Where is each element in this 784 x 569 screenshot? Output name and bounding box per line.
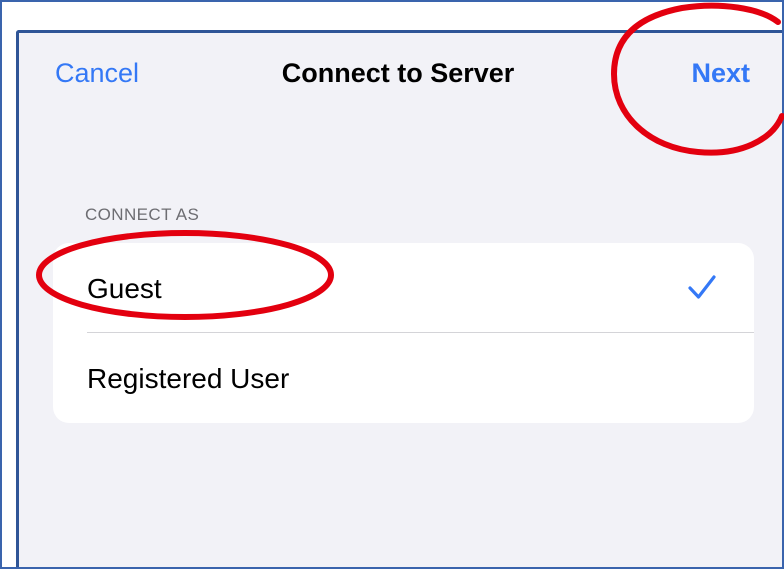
checkmark-icon — [688, 275, 716, 299]
option-registered-user[interactable]: Registered User — [53, 333, 754, 423]
option-guest[interactable]: Guest — [53, 243, 754, 333]
connect-to-server-sheet: Cancel Connect to Server Next CONNECT AS… — [16, 30, 782, 567]
screenshot-frame: Cancel Connect to Server Next CONNECT AS… — [0, 0, 784, 569]
page-title: Connect to Server — [281, 58, 515, 88]
next-button[interactable]: Next — [691, 58, 750, 89]
option-label: Guest — [87, 273, 162, 304]
connect-as-options: Guest Registered User — [53, 243, 754, 423]
option-label: Registered User — [87, 363, 290, 394]
section-header-connect-as: CONNECT AS — [85, 205, 200, 224]
